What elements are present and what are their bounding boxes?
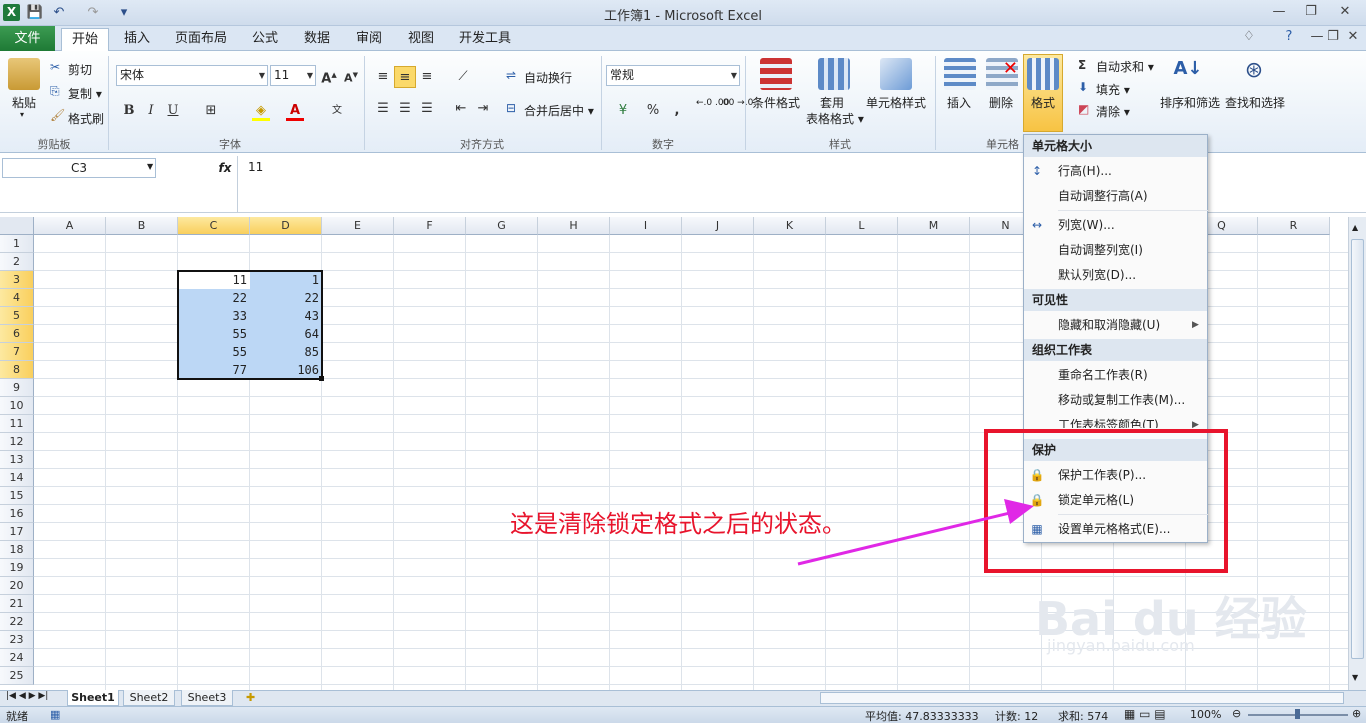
annotation-arrow-head [1004, 499, 1034, 524]
annotation-arrow-line [797, 509, 1019, 566]
watermark-url: jingyan.baidu.com [1047, 636, 1195, 655]
